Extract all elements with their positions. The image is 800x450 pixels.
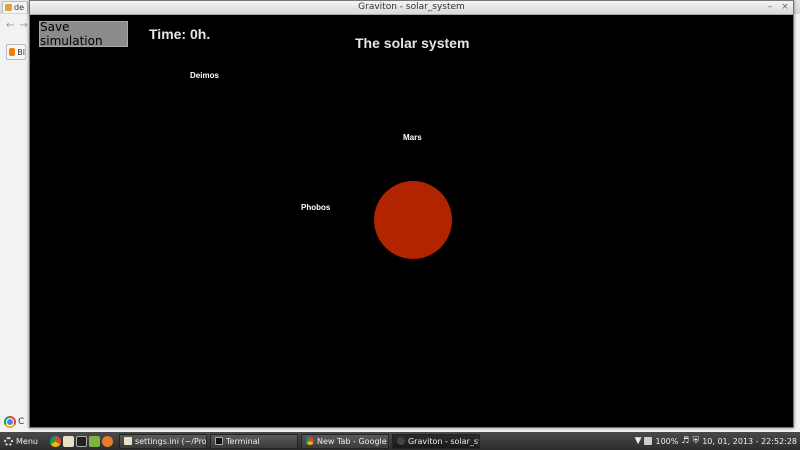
system-tray: ▼ 100% ♬ ⛨ 10, 01, 2013 - 22:52:28 [635, 436, 800, 446]
firefox-launcher-icon[interactable] [101, 435, 113, 447]
browser-bottom-item[interactable]: C [4, 414, 28, 430]
task-graviton[interactable]: Graviton - solar_sys... [391, 433, 480, 449]
menu-button[interactable]: Menu [0, 432, 44, 450]
clock[interactable]: 10, 01, 2013 - 22:52:28 [702, 437, 797, 446]
simulation-canvas[interactable]: Save simulation Time: 0h. The solar syst… [30, 15, 793, 427]
file-manager-launcher-icon[interactable] [88, 435, 100, 447]
browser-nav: ← → [0, 14, 30, 36]
menu-gear-icon [4, 436, 13, 446]
browser-bottom-label: C [18, 417, 25, 427]
task-terminal[interactable]: Terminal [209, 433, 298, 449]
browser-tab[interactable]: de [2, 1, 28, 13]
close-button[interactable]: × [780, 2, 790, 13]
simulation-title: The solar system [355, 35, 470, 51]
battery-level: 100% [655, 436, 679, 446]
wifi-icon[interactable]: ▼ [635, 436, 642, 446]
quick-launchers [44, 435, 119, 447]
task-label: New Tab - Google C... [316, 436, 388, 446]
chrome-icon [4, 416, 16, 428]
back-arrow-icon[interactable]: ← [6, 20, 14, 31]
bookmark-item[interactable]: Bl [6, 44, 26, 60]
task-chrome[interactable]: New Tab - Google C... [300, 433, 389, 449]
chrome-icon [305, 437, 314, 445]
minimize-button[interactable]: – [765, 2, 775, 13]
volume-icon[interactable]: ♬ [681, 436, 689, 446]
terminal-icon [214, 437, 223, 445]
tab-favicon-icon [5, 4, 12, 11]
browser-tab-label: de [14, 3, 24, 12]
taskbar: Menu settings.ini (~/Proj... Terminal Ne… [0, 432, 800, 450]
body-label-phobos: Phobos [301, 203, 331, 212]
shield-icon[interactable]: ⛨ [692, 436, 699, 446]
menu-label: Menu [16, 436, 38, 446]
task-label: Graviton - solar_sys... [407, 436, 479, 446]
text-editor-launcher-icon[interactable] [62, 435, 74, 447]
battery-icon[interactable] [644, 437, 653, 445]
window-title: Graviton - solar_system [358, 2, 465, 12]
forward-arrow-icon[interactable]: → [19, 20, 27, 31]
save-simulation-button[interactable]: Save simulation [39, 20, 128, 48]
window-titlebar[interactable]: Graviton - solar_system – × [30, 1, 793, 15]
terminal-launcher-icon[interactable] [75, 435, 87, 447]
chrome-launcher-icon[interactable] [49, 435, 61, 447]
body-label-mars: Mars [403, 133, 422, 142]
body-label-deimos: Deimos [190, 71, 219, 80]
planet-mars[interactable] [374, 181, 452, 259]
graviton-window: Graviton - solar_system – × Save simulat… [29, 0, 794, 428]
time-label: Time: 0h. [149, 26, 211, 42]
blogger-icon [9, 48, 16, 56]
graviton-icon [396, 437, 405, 445]
text-file-icon [123, 437, 132, 445]
task-settings-ini[interactable]: settings.ini (~/Proj... [118, 433, 207, 449]
task-label: Terminal [225, 436, 260, 446]
bookmark-label: Bl [17, 47, 25, 57]
task-label: settings.ini (~/Proj... [134, 436, 207, 446]
